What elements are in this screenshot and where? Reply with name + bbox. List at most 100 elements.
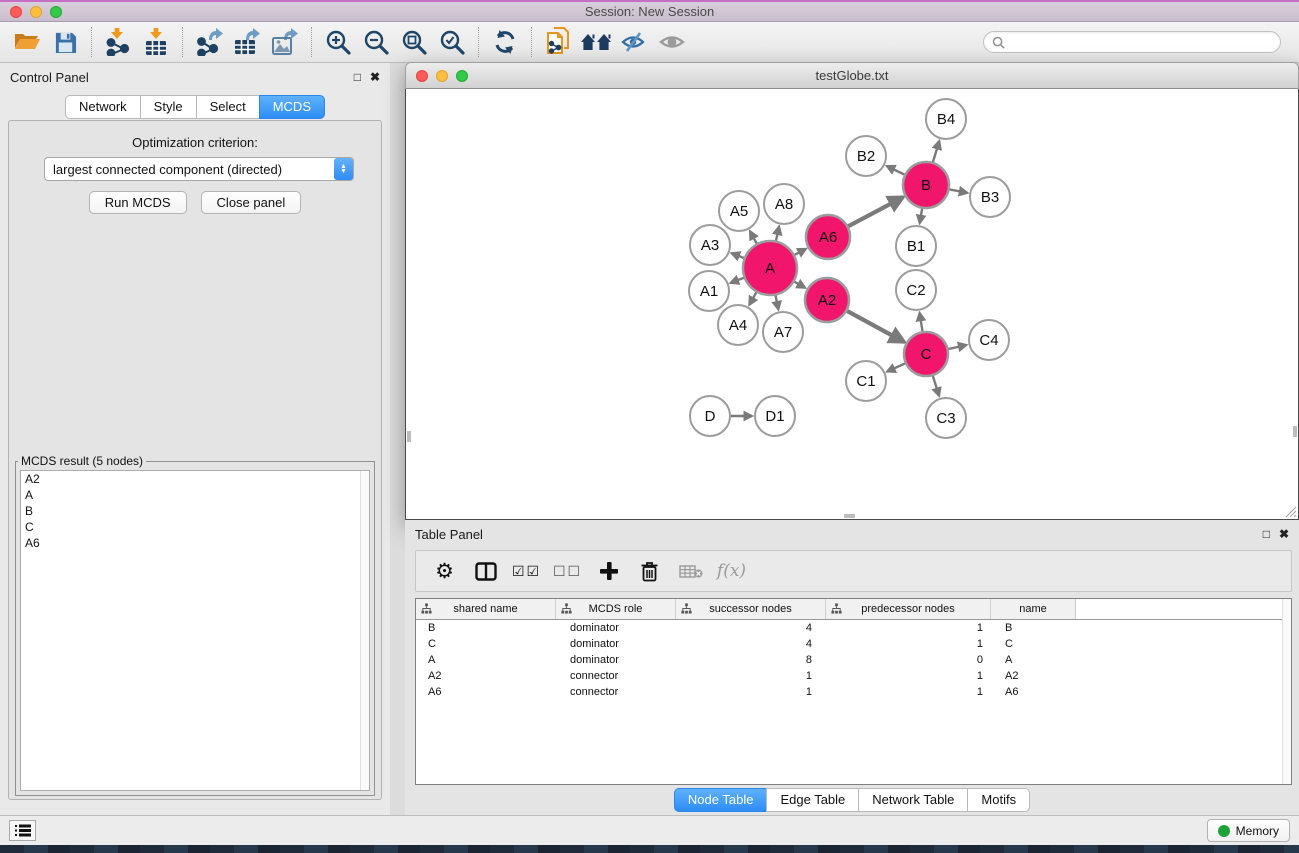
search-input[interactable] [1010, 35, 1272, 49]
network-node-A2[interactable]: A2 [805, 278, 849, 322]
network-node-C3[interactable]: C3 [926, 398, 966, 438]
float-table-panel-icon[interactable]: □ [1263, 528, 1270, 540]
save-session-button[interactable] [46, 25, 84, 59]
network-graph[interactable]: B4 B2 B B3 A8A5 A6 A3 B1 A A1 C2 A2 A4A7 C4 C C1 C3 D D1 [406, 89, 1298, 519]
network-node-D1[interactable]: D1 [755, 396, 795, 436]
new-network-from-selection-button[interactable] [539, 25, 577, 59]
close-panel-button[interactable]: Close panel [201, 191, 302, 214]
task-history-button[interactable] [9, 820, 36, 841]
left-scroll-indicator[interactable] [407, 431, 411, 442]
run-mcds-button[interactable]: Run MCDS [89, 191, 187, 214]
table-row[interactable]: A6connector11A6 [416, 684, 1291, 700]
network-node-B1[interactable]: B1 [896, 226, 936, 266]
add-column-button[interactable] [590, 554, 627, 588]
select-all-button[interactable]: ☑☑ [508, 554, 545, 588]
export-table-button[interactable] [228, 25, 266, 59]
resize-grip[interactable] [1283, 504, 1297, 518]
tab-motifs[interactable]: Motifs [967, 788, 1030, 812]
mcds-result-item[interactable]: B [21, 503, 369, 519]
mcds-result-item[interactable]: A6 [21, 535, 369, 551]
network-node-C4[interactable]: C4 [969, 320, 1009, 360]
mcds-result-item[interactable]: A2 [21, 471, 369, 487]
tab-network[interactable]: Network [65, 95, 141, 119]
zoom-in-button[interactable] [319, 25, 357, 59]
table-scrollbar[interactable] [1282, 599, 1291, 784]
network-node-A1[interactable]: A1 [689, 271, 729, 311]
network-node-D[interactable]: D [690, 396, 730, 436]
network-node-B4[interactable]: B4 [926, 99, 966, 139]
column-header-shared-name[interactable]: shared name [416, 599, 556, 619]
network-node-A5[interactable]: A5 [719, 191, 759, 231]
mcds-result-list[interactable]: A2ABCA6 [20, 470, 370, 791]
tab-select[interactable]: Select [196, 95, 260, 119]
eye-icon [658, 31, 686, 53]
column-header-name[interactable]: name [991, 599, 1076, 619]
table-row[interactable]: Adominator80A [416, 652, 1291, 668]
zoom-network-window-button[interactable] [456, 70, 468, 82]
zoom-fit-button[interactable] [395, 25, 433, 59]
mcds-result-item[interactable]: A [21, 487, 369, 503]
search-field[interactable] [983, 31, 1281, 53]
tab-edge-table[interactable]: Edge Table [766, 788, 859, 812]
network-node-C2[interactable]: C2 [896, 270, 936, 310]
close-network-window-button[interactable] [416, 70, 428, 82]
apply-layout-button[interactable] [486, 25, 524, 59]
function-builder-button[interactable]: f(x) [713, 554, 750, 588]
table-cell: 1 [826, 670, 991, 682]
export-image-button[interactable] [266, 25, 304, 59]
close-window-button[interactable] [10, 6, 22, 18]
network-node-B[interactable]: B [903, 162, 949, 208]
tab-style[interactable]: Style [140, 95, 197, 119]
column-header-MCDS-role[interactable]: MCDS role [556, 599, 676, 619]
hide-selected-button[interactable] [615, 25, 653, 59]
close-table-panel-icon[interactable]: ✖ [1279, 528, 1289, 540]
tab-network-table[interactable]: Network Table [858, 788, 968, 812]
minimize-window-button[interactable] [30, 6, 42, 18]
table-cell: A6 [416, 686, 556, 698]
memory-button[interactable]: Memory [1207, 819, 1290, 842]
zoom-out-button[interactable] [357, 25, 395, 59]
close-panel-icon[interactable]: ✖ [370, 71, 380, 83]
show-all-button[interactable] [653, 25, 691, 59]
delete-column-button[interactable] [631, 554, 668, 588]
table-row[interactable]: Bdominator41B [416, 620, 1291, 636]
minimize-network-window-button[interactable] [436, 70, 448, 82]
zoom-selected-button[interactable] [433, 25, 471, 59]
network-node-A[interactable]: A [743, 241, 797, 295]
network-node-C1[interactable]: C1 [846, 361, 886, 401]
first-neighbors-button[interactable] [577, 25, 615, 59]
network-node-A8[interactable]: A8 [764, 184, 804, 224]
network-node-A4[interactable]: A4 [718, 305, 758, 345]
network-node-B2[interactable]: B2 [846, 136, 886, 176]
delete-table-icon [679, 564, 703, 579]
network-node-C[interactable]: C [904, 332, 948, 376]
table-row[interactable]: A2connector11A2 [416, 668, 1291, 684]
network-node-B3[interactable]: B3 [970, 177, 1010, 217]
criterion-dropdown[interactable]: largest connected component (directed) ▲… [44, 157, 354, 181]
mcds-result-item[interactable]: C [21, 519, 369, 535]
table-row[interactable]: Cdominator41C [416, 636, 1291, 652]
export-network-button[interactable] [190, 25, 228, 59]
column-type-icon [831, 603, 842, 617]
deselect-all-button[interactable]: ☐☐ [549, 554, 586, 588]
bottom-scroll-indicator[interactable] [844, 514, 855, 518]
zoom-window-button[interactable] [50, 6, 62, 18]
show-columns-button[interactable] [467, 554, 504, 588]
table-settings-button[interactable]: ⚙ [426, 554, 463, 588]
tab-mcds[interactable]: MCDS [259, 95, 325, 119]
import-network-button[interactable] [99, 25, 137, 59]
network-window-titlebar[interactable]: testGlobe.txt [405, 62, 1299, 89]
open-file-button[interactable] [8, 25, 46, 59]
column-header-successor-nodes[interactable]: successor nodes [676, 599, 826, 619]
float-panel-icon[interactable]: □ [354, 71, 361, 83]
list-scrollbar[interactable] [360, 471, 369, 790]
network-node-A7[interactable]: A7 [763, 312, 803, 352]
column-header-predecessor-nodes[interactable]: predecessor nodes [826, 599, 991, 619]
right-scroll-indicator[interactable] [1293, 426, 1297, 437]
delete-table-button[interactable] [672, 554, 709, 588]
tab-node-table[interactable]: Node Table [674, 788, 768, 812]
network-node-A6[interactable]: A6 [806, 215, 850, 259]
network-node-A3[interactable]: A3 [690, 225, 730, 265]
network-canvas[interactable]: B4 B2 B B3 A8A5 A6 A3 B1 A A1 C2 A2 A4A7 C4 C C1 C3 D D1 [405, 89, 1299, 520]
import-table-button[interactable] [137, 25, 175, 59]
